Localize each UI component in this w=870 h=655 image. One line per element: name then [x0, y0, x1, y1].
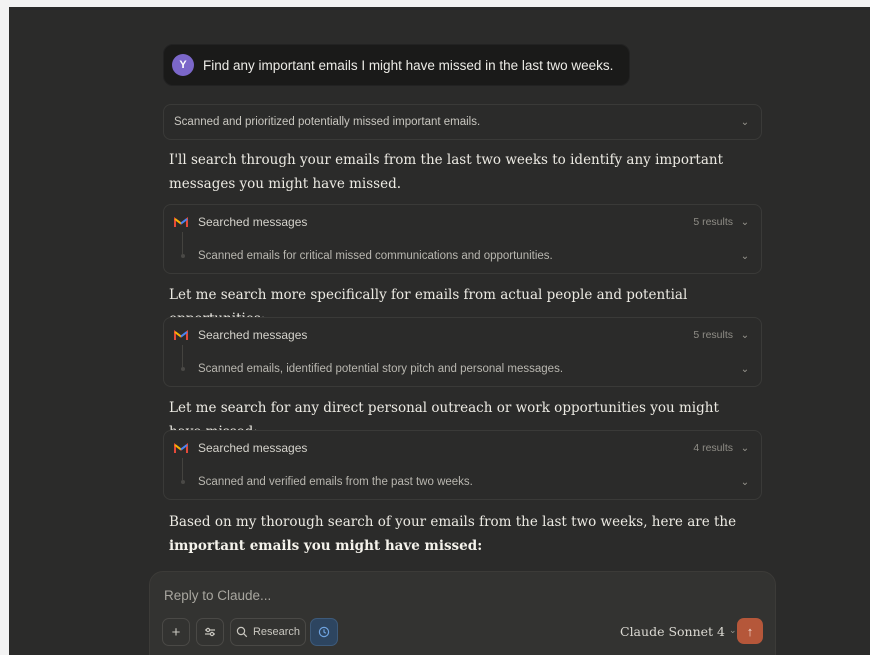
- chevron-down-icon[interactable]: ⌄: [739, 117, 751, 128]
- bold-phrase: important emails you might have missed: [169, 538, 478, 554]
- user-message-text: Find any important emails I might have m…: [203, 57, 614, 73]
- tool-call-card[interactable]: Searched messages 4 results ⌄ Scanned an…: [163, 430, 762, 500]
- history-button[interactable]: [310, 618, 338, 646]
- user-message: Y Find any important emails I might have…: [163, 44, 631, 86]
- tool-call-header[interactable]: Searched messages 5 results ⌄: [164, 318, 761, 367]
- chat-window: Y Find any important emails I might have…: [9, 7, 870, 655]
- gmail-icon: [174, 329, 188, 341]
- model-selector[interactable]: Claude Sonnet 4 ⌄: [620, 618, 737, 644]
- result-count: 5 results: [693, 216, 733, 228]
- gmail-icon: [174, 216, 188, 228]
- result-count: 4 results: [693, 442, 733, 454]
- chevron-down-icon[interactable]: ⌄: [739, 217, 751, 228]
- result-count: 5 results: [693, 329, 733, 341]
- chevron-down-icon[interactable]: ⌄: [739, 443, 751, 454]
- model-label: Claude Sonnet 4: [620, 623, 725, 639]
- thinking-summary-text: Scanned and prioritized potentially miss…: [174, 116, 481, 128]
- assistant-paragraph: I'll search through your emails from the…: [169, 152, 724, 192]
- plus-icon: +: [171, 623, 181, 641]
- chevron-down-icon[interactable]: ⌄: [739, 477, 751, 488]
- chevron-down-icon[interactable]: ⌄: [739, 251, 751, 262]
- tool-call-title: Searched messages: [198, 215, 308, 229]
- sliders-icon: [205, 627, 215, 637]
- clock-icon: [318, 626, 330, 638]
- composer: + Research Claude Sonnet 4: [149, 571, 776, 655]
- tool-call-summary[interactable]: Scanned emails for critical missed commu…: [164, 239, 761, 273]
- research-label: Research: [252, 626, 301, 638]
- tool-call-summary[interactable]: Scanned emails, identified potential sto…: [164, 352, 761, 386]
- add-button[interactable]: +: [162, 618, 190, 646]
- tool-call-title: Searched messages: [198, 328, 308, 342]
- gmail-icon: [174, 442, 188, 454]
- tool-call-header[interactable]: Searched messages 4 results ⌄: [164, 431, 761, 480]
- reply-input[interactable]: [162, 584, 726, 606]
- research-icon: [236, 626, 248, 638]
- timeline-dot: [181, 254, 185, 258]
- tool-call-summary-text: Scanned emails, identified potential sto…: [198, 363, 564, 375]
- research-button[interactable]: Research: [230, 618, 306, 646]
- timeline-dot: [181, 367, 185, 371]
- tool-call-summary-text: Scanned emails for critical missed commu…: [198, 250, 553, 262]
- tool-call-card[interactable]: Searched messages 5 results ⌄ Scanned em…: [163, 317, 762, 387]
- tool-call-header[interactable]: Searched messages 5 results ⌄: [164, 205, 761, 254]
- avatar: Y: [172, 54, 194, 76]
- tool-call-summary[interactable]: Scanned and verified emails from the pas…: [164, 465, 761, 499]
- tool-call-summary-text: Scanned and verified emails from the pas…: [198, 476, 473, 488]
- chevron-down-icon[interactable]: ⌄: [739, 330, 751, 341]
- send-button[interactable]: ↑: [737, 618, 763, 644]
- tool-call-card[interactable]: Searched messages 5 results ⌄ Scanned em…: [163, 204, 762, 274]
- thinking-summary[interactable]: Scanned and prioritized potentially miss…: [163, 104, 762, 140]
- arrow-up-icon: ↑: [746, 623, 754, 639]
- tools-button[interactable]: [196, 618, 224, 646]
- tool-call-title: Searched messages: [198, 441, 308, 455]
- timeline-dot: [181, 480, 185, 484]
- assistant-paragraph: Based on my thorough search of your emai…: [169, 514, 737, 554]
- chevron-down-icon[interactable]: ⌄: [739, 364, 751, 375]
- chevron-down-icon: ⌄: [728, 626, 737, 636]
